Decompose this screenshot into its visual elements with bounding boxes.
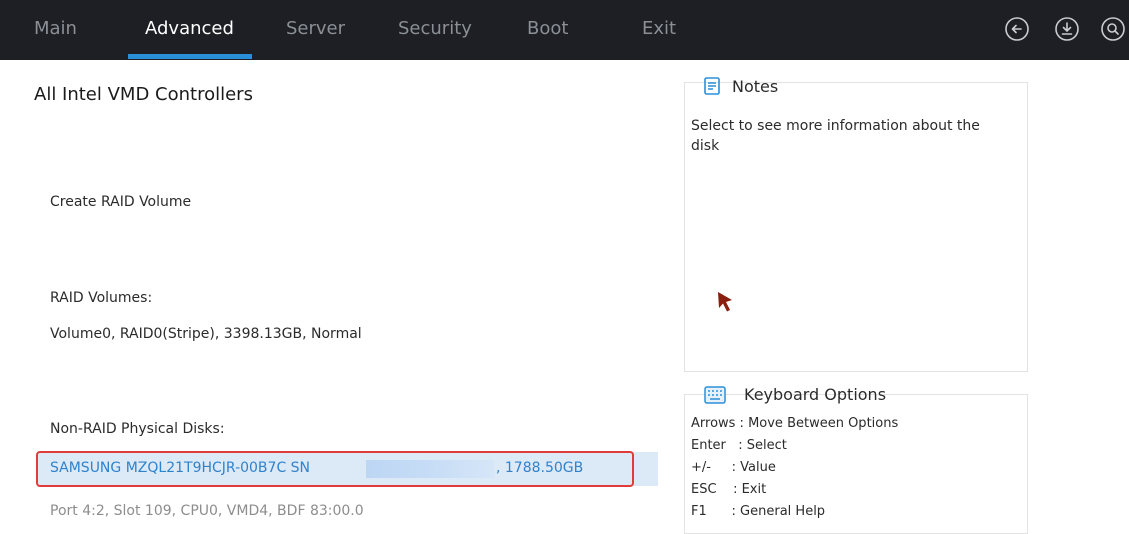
notes-text: Select to see more information about the… <box>691 118 980 154</box>
keyboard-option-enter: Enter : Select <box>691 438 787 453</box>
tab-advanced[interactable]: Advanced <box>145 14 234 44</box>
notes-icon <box>704 77 720 95</box>
keyboard-icon <box>704 386 726 404</box>
keyboard-option-arrows: Arrows : Move Between Options <box>691 416 899 431</box>
port-info: Port 4:2, Slot 109, CPU0, VMD4, BDF 83:0… <box>50 503 364 519</box>
back-icon[interactable] <box>1004 16 1030 42</box>
tab-server[interactable]: Server <box>286 14 345 44</box>
active-tab-indicator <box>128 54 252 59</box>
keyboard-option-value: +/- : Value <box>691 460 776 475</box>
mouse-cursor-icon <box>718 292 732 312</box>
tab-main[interactable]: Main <box>34 14 77 44</box>
create-raid-volume-item[interactable]: Create RAID Volume <box>50 194 191 210</box>
raid-volumes-label: RAID Volumes: <box>50 290 153 306</box>
notes-title: Notes <box>732 77 779 96</box>
search-icon[interactable] <box>1100 16 1126 42</box>
volume0-item[interactable]: Volume0, RAID0(Stripe), 3398.13GB, Norma… <box>50 326 362 342</box>
save-icon[interactable] <box>1054 16 1080 42</box>
keyboard-options-title: Keyboard Options <box>744 385 887 404</box>
tab-exit[interactable]: Exit <box>642 14 676 44</box>
non-raid-disks-label: Non-RAID Physical Disks: <box>50 421 225 437</box>
keyboard-option-f1: F1 : General Help <box>691 504 826 519</box>
highlight-outline <box>36 451 634 487</box>
keyboard-option-esc: ESC : Exit <box>691 482 767 497</box>
tab-security[interactable]: Security <box>398 14 472 44</box>
tab-boot[interactable]: Boot <box>527 14 568 44</box>
page-title: All Intel VMD Controllers <box>34 84 253 105</box>
top-menu-bar: Main Advanced Server Security Boot Exit <box>0 0 1129 60</box>
